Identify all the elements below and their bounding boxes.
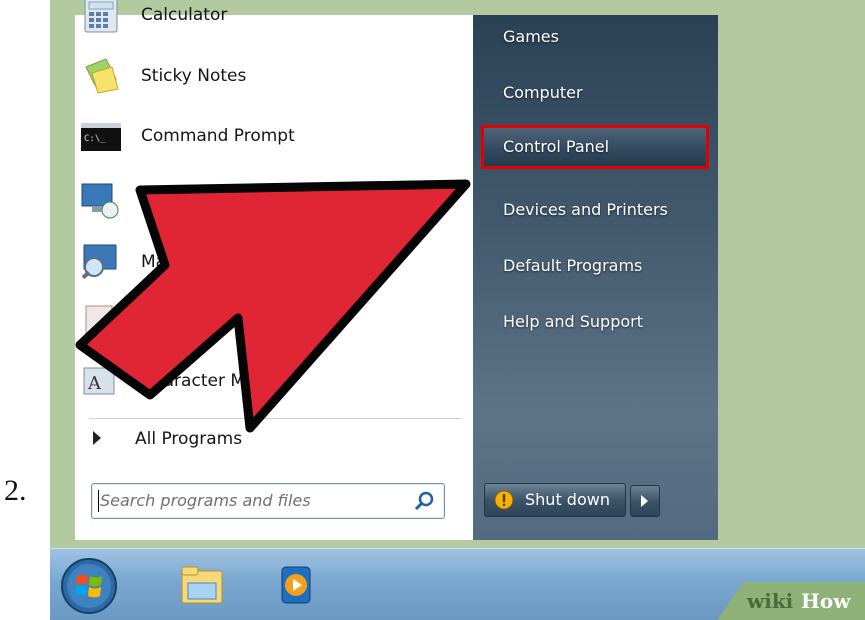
windows-explorer-icon[interactable] bbox=[178, 561, 226, 609]
place-item-control-panel[interactable]: Control Panel bbox=[481, 125, 709, 169]
place-label: Devices and Printers bbox=[503, 200, 668, 219]
all-programs-button[interactable]: All Programs bbox=[89, 423, 459, 459]
program-item-other[interactable] bbox=[75, 295, 473, 351]
program-item-calculator[interactable]: Calculator bbox=[75, 0, 473, 45]
watermark-wiki: wiki bbox=[747, 589, 794, 613]
place-label: Games bbox=[503, 27, 559, 46]
place-item-games[interactable]: Games bbox=[481, 15, 709, 59]
program-item-magnifier[interactable]: Magnifier bbox=[75, 236, 473, 292]
place-label: Default Programs bbox=[503, 256, 643, 275]
start-orb-icon[interactable] bbox=[60, 557, 118, 615]
watermark-how: How bbox=[801, 589, 851, 613]
menu-divider bbox=[89, 418, 461, 419]
calculator-icon bbox=[84, 0, 118, 33]
place-label: Computer bbox=[503, 83, 583, 102]
program-label: Magnifier bbox=[141, 252, 221, 272]
place-item-help-and-support[interactable]: Help and Support bbox=[481, 300, 709, 344]
place-item-computer[interactable]: Computer bbox=[481, 71, 709, 115]
place-item-devices-and-printers[interactable]: Devices and Printers bbox=[481, 188, 709, 232]
place-label: Help and Support bbox=[503, 312, 643, 331]
program-label: Character Map bbox=[141, 371, 267, 391]
step-number: 2. bbox=[4, 474, 27, 507]
program-item-sticky-notes[interactable]: Sticky Notes bbox=[75, 50, 473, 106]
all-programs-label: All Programs bbox=[135, 429, 243, 449]
place-label: Control Panel bbox=[503, 137, 610, 156]
program-item-command-prompt[interactable]: C:\_ Command Prompt bbox=[75, 110, 473, 166]
command-prompt-icon: C:\_ bbox=[81, 123, 121, 151]
search-icon[interactable] bbox=[412, 490, 436, 512]
magnifier-icon bbox=[81, 244, 117, 280]
program-item-character-map[interactable]: A Character Map bbox=[75, 355, 473, 411]
program-icon bbox=[85, 305, 113, 335]
shut-down-options-button[interactable] bbox=[630, 485, 660, 517]
svg-text:A: A bbox=[87, 373, 102, 394]
windows-desktop: Calculator Sticky Notes C:\_ Command Pro… bbox=[50, 0, 865, 620]
svg-text:C:\_: C:\_ bbox=[84, 134, 106, 144]
program-label: Sticky Notes bbox=[141, 66, 247, 86]
shut-down-button[interactable]: Shut down bbox=[484, 483, 626, 517]
text-caret bbox=[98, 490, 99, 512]
search-input[interactable]: Search programs and files bbox=[91, 483, 445, 519]
character-map-icon: A bbox=[83, 367, 115, 395]
expand-arrow-icon bbox=[93, 431, 101, 445]
start-menu-programs-panel: Calculator Sticky Notes C:\_ Command Pro… bbox=[75, 0, 474, 540]
program-label: Calculator bbox=[141, 5, 228, 25]
place-item-default-programs[interactable]: Default Programs bbox=[481, 244, 709, 288]
remote-desktop-icon bbox=[81, 183, 119, 219]
uac-shield-icon bbox=[494, 490, 514, 510]
program-item-remote-desktop[interactable] bbox=[75, 175, 473, 231]
program-label: Command Prompt bbox=[141, 126, 295, 146]
shut-down-label: Shut down bbox=[525, 490, 610, 509]
search-placeholder: Search programs and files bbox=[100, 491, 311, 510]
start-menu-places-panel: Games Computer Control Panel Devices and… bbox=[473, 15, 718, 540]
media-player-icon[interactable] bbox=[272, 561, 320, 609]
sticky-notes-icon bbox=[85, 58, 119, 94]
